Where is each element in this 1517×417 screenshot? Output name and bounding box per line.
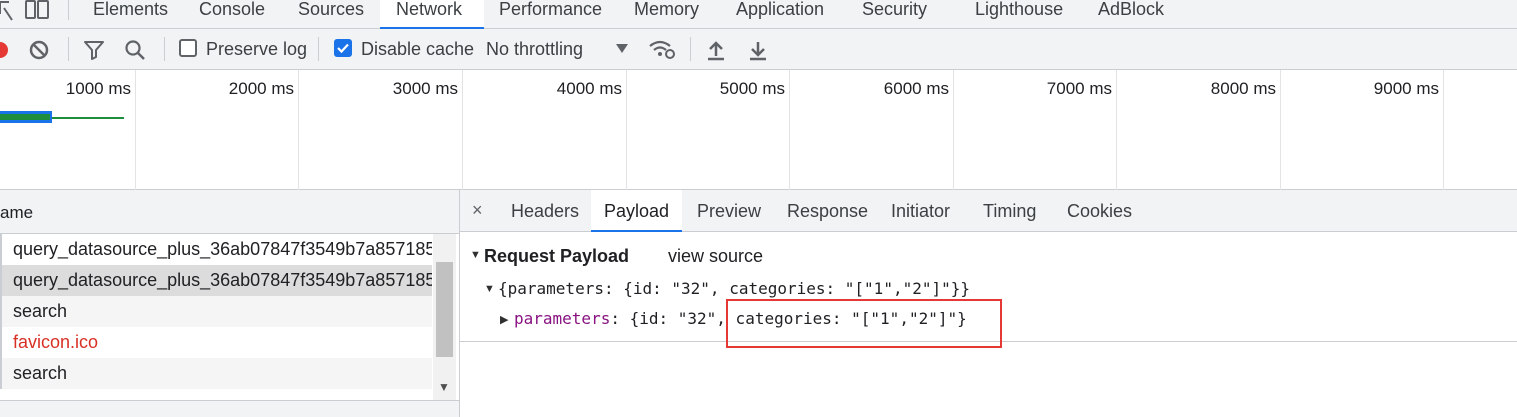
tab-preview[interactable]: Preview bbox=[697, 190, 761, 232]
tick-label: 3000 ms bbox=[392, 79, 458, 98]
request-row[interactable]: search bbox=[0, 296, 432, 327]
collapse-triangle-icon[interactable]: ▶ bbox=[500, 313, 508, 326]
tab-adblock[interactable]: AdBlock bbox=[1098, 0, 1164, 29]
tab-application[interactable]: Application bbox=[736, 0, 824, 29]
import-har-icon[interactable] bbox=[706, 39, 726, 61]
disable-cache-label: Disable cache bbox=[361, 39, 475, 59]
preserve-log-label: Preserve log bbox=[206, 39, 308, 59]
status-bar bbox=[0, 400, 459, 417]
tabbar-separator bbox=[68, 0, 69, 20]
request-list-scrollbar[interactable]: ▼ bbox=[433, 234, 456, 417]
expand-triangle-icon[interactable]: ▼ bbox=[470, 249, 481, 261]
tick-label: 2000 ms bbox=[228, 79, 294, 98]
tab-timing[interactable]: Timing bbox=[983, 190, 1036, 232]
toolbar-separator bbox=[318, 37, 319, 61]
network-conditions-icon[interactable] bbox=[648, 38, 676, 60]
tick-label: 5000 ms bbox=[719, 79, 785, 98]
tab-memory[interactable]: Memory bbox=[634, 0, 699, 29]
parameters-key: parameters bbox=[514, 309, 611, 328]
tab-response[interactable]: Response bbox=[787, 190, 868, 232]
tick-label: 9000 ms bbox=[1373, 79, 1439, 98]
record-icon[interactable] bbox=[0, 40, 10, 60]
tab-network[interactable]: Network bbox=[380, 0, 484, 29]
tick-label: 6000 ms bbox=[883, 79, 949, 98]
gridline bbox=[1443, 70, 1444, 190]
request-row[interactable]: search bbox=[0, 358, 432, 389]
tick-label: 1000 ms bbox=[65, 79, 131, 98]
tab-lighthouse[interactable]: Lighthouse bbox=[975, 0, 1063, 29]
annotation-highlight-box bbox=[726, 299, 1002, 348]
gridline bbox=[135, 70, 136, 190]
toolbar-separator bbox=[68, 37, 69, 61]
tick-label: 8000 ms bbox=[1210, 79, 1276, 98]
gridline bbox=[298, 70, 299, 190]
search-icon[interactable] bbox=[124, 39, 146, 61]
scroll-down-arrow-icon[interactable]: ▼ bbox=[438, 380, 450, 394]
request-payload-title: Request Payload bbox=[484, 246, 630, 266]
checkmark-icon bbox=[337, 43, 349, 54]
scrollbar-thumb[interactable] bbox=[436, 262, 453, 357]
request-row[interactable]: query_datasource_plus_36ab07847f3549b7a8… bbox=[0, 234, 432, 265]
inspect-element-icon[interactable] bbox=[0, 0, 14, 22]
request-detail-panel: × Headers Payload Preview Response Initi… bbox=[460, 190, 1517, 417]
detail-tab-bar: × Headers Payload Preview Response Initi… bbox=[460, 190, 1517, 232]
network-toolbar: Preserve log Disable cache No throttling bbox=[0, 29, 1517, 70]
tab-console[interactable]: Console bbox=[199, 0, 265, 29]
expand-triangle-icon[interactable]: ▼ bbox=[484, 283, 495, 295]
dropdown-arrow-icon[interactable] bbox=[616, 44, 628, 54]
tab-cookies[interactable]: Cookies bbox=[1067, 190, 1132, 232]
tab-elements[interactable]: Elements bbox=[93, 0, 168, 29]
close-icon[interactable]: × bbox=[472, 200, 483, 221]
timeline-overview[interactable]: 1000 ms 2000 ms 3000 ms 4000 ms 5000 ms … bbox=[0, 70, 1517, 190]
gridline bbox=[789, 70, 790, 190]
devtools-tab-bar: Elements Console Sources Network Perform… bbox=[0, 0, 1517, 29]
overview-request-bar bbox=[0, 114, 50, 120]
tab-payload[interactable]: Payload bbox=[591, 190, 682, 232]
tab-sources[interactable]: Sources bbox=[298, 0, 364, 29]
toolbar-separator bbox=[690, 37, 691, 61]
view-source-link[interactable]: view source bbox=[668, 245, 763, 267]
export-har-icon[interactable] bbox=[748, 39, 768, 61]
filter-icon[interactable] bbox=[83, 39, 105, 61]
tab-headers[interactable]: Headers bbox=[511, 190, 579, 232]
tab-initiator[interactable]: Initiator bbox=[891, 190, 950, 232]
request-row[interactable]: favicon.ico bbox=[0, 327, 432, 358]
throttling-select[interactable]: No throttling bbox=[486, 38, 583, 60]
preserve-log-checkbox[interactable] bbox=[179, 39, 197, 57]
gridline bbox=[626, 70, 627, 190]
clear-icon[interactable] bbox=[28, 39, 50, 61]
request-list-header: ame bbox=[0, 190, 459, 234]
overview-waiting-line bbox=[52, 117, 124, 119]
tick-label: 4000 ms bbox=[556, 79, 622, 98]
gridline bbox=[953, 70, 954, 190]
gridline bbox=[1116, 70, 1117, 190]
tab-performance[interactable]: Performance bbox=[499, 0, 602, 29]
gridline bbox=[1280, 70, 1281, 190]
tick-label: 7000 ms bbox=[1046, 79, 1112, 98]
payload-summary-line[interactable]: {parameters: {id: "32", categories: "["1… bbox=[498, 278, 970, 300]
request-row[interactable]: query_datasource_plus_36ab07847f3549b7a8… bbox=[0, 265, 432, 296]
gridline bbox=[462, 70, 463, 190]
disable-cache-checkbox[interactable] bbox=[334, 39, 352, 57]
toolbar-separator bbox=[164, 37, 165, 61]
tab-security[interactable]: Security bbox=[862, 0, 927, 29]
request-list: ame query_datasource_plus_36ab07847f3549… bbox=[0, 190, 460, 417]
device-toolbar-icon[interactable] bbox=[24, 0, 50, 22]
name-column-header[interactable]: ame bbox=[0, 203, 33, 223]
